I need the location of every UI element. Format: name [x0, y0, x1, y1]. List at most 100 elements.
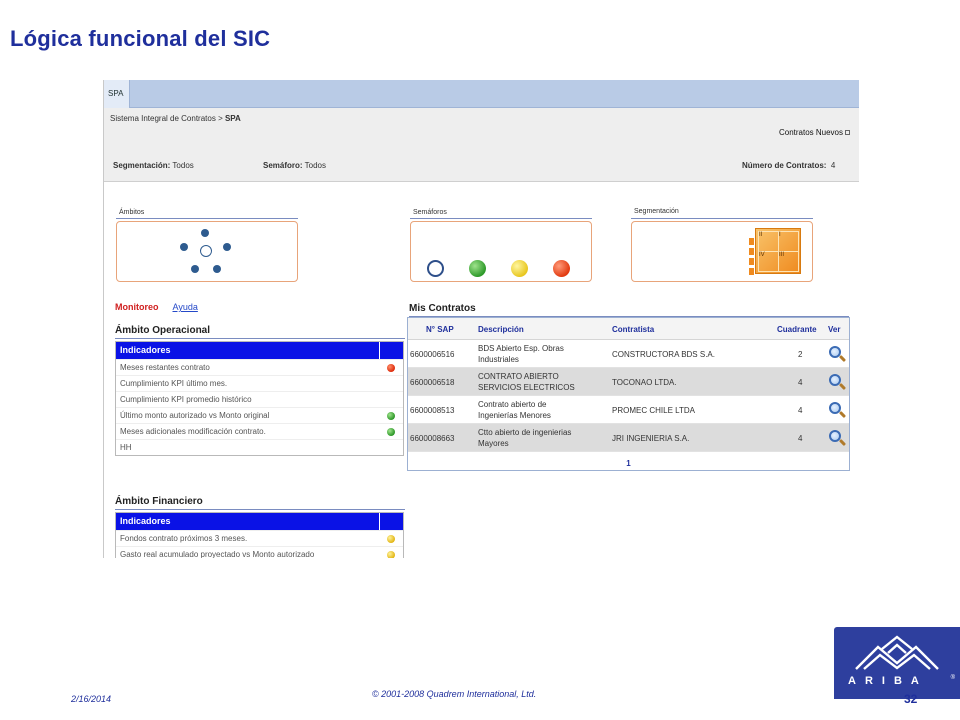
ambito-node-icon[interactable]: [213, 265, 221, 273]
status-yellow-icon: [387, 551, 395, 558]
breadcrumb-current: SPA: [224, 114, 241, 123]
monitor-tabs: Monitoreo Ayuda: [115, 302, 198, 312]
breadcrumb-root[interactable]: Sistema Integral de Contratos: [110, 114, 216, 123]
new-contracts-link[interactable]: Contratos Nuevos: [779, 128, 850, 137]
tab-monitoreo[interactable]: Monitoreo: [115, 302, 159, 312]
ambito-node-icon[interactable]: [223, 243, 231, 251]
cell-cuadrante: 2: [798, 350, 803, 359]
status-green-icon: [387, 412, 395, 420]
indicator-label: Último monto autorizado vs Monto origina…: [120, 411, 270, 420]
semaforos-label: Semáforos: [413, 209, 447, 216]
semaforo-value: Todos: [304, 161, 326, 170]
col-contratista[interactable]: Contratista: [612, 325, 654, 334]
segmentation-quadrant-icon[interactable]: II I IV III: [749, 228, 801, 280]
segmentacion-value: Todos: [172, 161, 194, 170]
semaforo-yellow-icon[interactable]: [511, 260, 528, 277]
view-magnifier-icon[interactable]: [829, 374, 847, 392]
cell-cuadrante: 4: [798, 406, 803, 415]
cell-cuadrante: 4: [798, 378, 803, 387]
view-magnifier-icon[interactable]: [829, 346, 847, 364]
semaforo-green-icon[interactable]: [469, 260, 486, 277]
cell-sap: 6600008663: [410, 434, 455, 443]
contracts-table: N° SAP Descripción Contratista Cuadrante…: [407, 317, 850, 471]
status-green-icon: [387, 428, 395, 436]
desc-line: Ingenierías Menores: [478, 411, 551, 420]
cell-cuadrante: 4: [798, 434, 803, 443]
indicator-label: Cumplimiento KPI promedio histórico: [120, 395, 252, 404]
cell-contratista: TOCONAO LTDA.: [612, 378, 677, 387]
ambito-node-icon[interactable]: [201, 229, 209, 237]
indicator-row[interactable]: HH: [116, 439, 403, 455]
cell-descripcion: Contrato abierto de Ingenierías Menores: [478, 399, 608, 420]
col-descripcion[interactable]: Descripción: [478, 325, 524, 334]
ambitos-label: Ámbitos: [119, 209, 145, 216]
cell-sap: 6600008513: [410, 406, 455, 415]
financiero-table: Indicadores Fondos contrato próximos 3 m…: [115, 512, 404, 558]
tab-ayuda[interactable]: Ayuda: [173, 302, 198, 312]
logo-wordmark: ARIBA: [848, 675, 928, 687]
cell-descripcion: Ctto abierto de ingenierias Mayores: [478, 427, 608, 448]
indicator-row[interactable]: Último monto autorizado vs Monto origina…: [116, 407, 403, 423]
indicator-row[interactable]: Fondos contrato próximos 3 meses.: [116, 530, 403, 546]
col-sap[interactable]: N° SAP: [426, 325, 454, 334]
ariba-logo: ARIBA ®: [834, 627, 960, 699]
numero-value: 4: [830, 161, 836, 170]
operacional-table: Indicadores Meses restantes contrato Cum…: [115, 341, 404, 456]
indicator-row[interactable]: Meses adicionales modificación contrato.: [116, 423, 403, 439]
view-magnifier-icon[interactable]: [829, 430, 847, 448]
seg-quadrant-i[interactable]: I: [778, 231, 799, 252]
col-ver: Ver: [828, 325, 841, 334]
mis-contratos-title: Mis Contratos: [409, 303, 476, 314]
expand-icon[interactable]: [845, 130, 850, 136]
new-contracts-label[interactable]: Contratos Nuevos: [779, 128, 843, 137]
seg-quadrant-iv[interactable]: IV: [758, 251, 779, 272]
breadcrumb-separator: >: [215, 114, 225, 123]
semaforo-red-icon[interactable]: [553, 260, 570, 277]
cell-descripcion: BDS Abierto Esp. Obras Industriales: [478, 343, 608, 364]
financiero-title: Ámbito Financiero: [115, 496, 203, 507]
seg-side-mark: [749, 248, 754, 255]
header-area: Sistema Integral de Contratos > SPA Cont…: [104, 108, 859, 182]
ambitos-panel[interactable]: [116, 221, 298, 282]
indicator-label: Cumplimiento KPI último mes.: [120, 379, 228, 388]
indicator-row[interactable]: Cumplimiento KPI último mes.: [116, 375, 403, 391]
semaforo-blank-icon[interactable]: [427, 260, 444, 277]
table-row[interactable]: 6600008663 Ctto abierto de ingenierias Ma…: [408, 424, 849, 452]
segmentacion-label: Segmentación:: [113, 161, 171, 170]
ambito-node-icon[interactable]: [180, 243, 188, 251]
segmentacion-panel-label: Segmentación: [634, 208, 679, 215]
indicator-label: Gasto real acumulado proyectado vs Monto…: [120, 550, 315, 558]
ambito-center-icon[interactable]: [200, 245, 212, 257]
indicator-row[interactable]: Cumplimiento KPI promedio histórico: [116, 391, 403, 407]
semaforos-underline: [410, 218, 592, 219]
cell-sap: 6600006516: [410, 350, 455, 359]
seg-quadrant-iii[interactable]: III: [778, 251, 799, 272]
table-row[interactable]: 6600006518 CONTRATO ABIERTO SERVICIOS ELE…: [408, 368, 849, 396]
header-separator: [379, 342, 380, 359]
operacional-title: Ámbito Operacional: [115, 325, 211, 336]
pager-page-1[interactable]: 1: [408, 459, 849, 468]
seg-quadrant-grid: II I IV III: [755, 228, 801, 274]
ambitos-underline: [116, 218, 298, 219]
indicator-row[interactable]: Gasto real acumulado proyectado vs Monto…: [116, 546, 403, 558]
financiero-header: Indicadores: [116, 513, 403, 530]
col-cuadrante[interactable]: Cuadrante: [777, 325, 817, 334]
ambito-node-icon[interactable]: [191, 265, 199, 273]
tab-spa[interactable]: SPA: [104, 80, 130, 108]
table-row[interactable]: 6600006516 BDS Abierto Esp. Obras Industr…: [408, 340, 849, 368]
seg-side-mark: [749, 238, 754, 245]
segmentacion-filter: Segmentación: Todos: [113, 161, 194, 170]
operacional-underline: [115, 338, 405, 339]
desc-line: BDS Abierto Esp. Obras: [478, 344, 564, 353]
app-screenshot: SPA Sistema Integral de Contratos > SPA …: [103, 80, 859, 558]
cell-contratista: JRI INGENIERIA S.A.: [612, 434, 690, 443]
table-row[interactable]: 6600008513 Contrato abierto de Ingeniería…: [408, 396, 849, 424]
tab-bar: SPA: [104, 80, 859, 108]
logo-registered: ®: [950, 675, 955, 681]
indicator-row[interactable]: Meses restantes contrato: [116, 359, 403, 375]
view-magnifier-icon[interactable]: [829, 402, 847, 420]
cell-descripcion: CONTRATO ABIERTO SERVICIOS ELECTRICOS: [478, 371, 608, 392]
seg-quadrant-ii[interactable]: II: [758, 231, 779, 252]
contracts-header: N° SAP Descripción Contratista Cuadrante…: [408, 318, 849, 340]
indicator-label: Meses restantes contrato: [120, 363, 210, 372]
